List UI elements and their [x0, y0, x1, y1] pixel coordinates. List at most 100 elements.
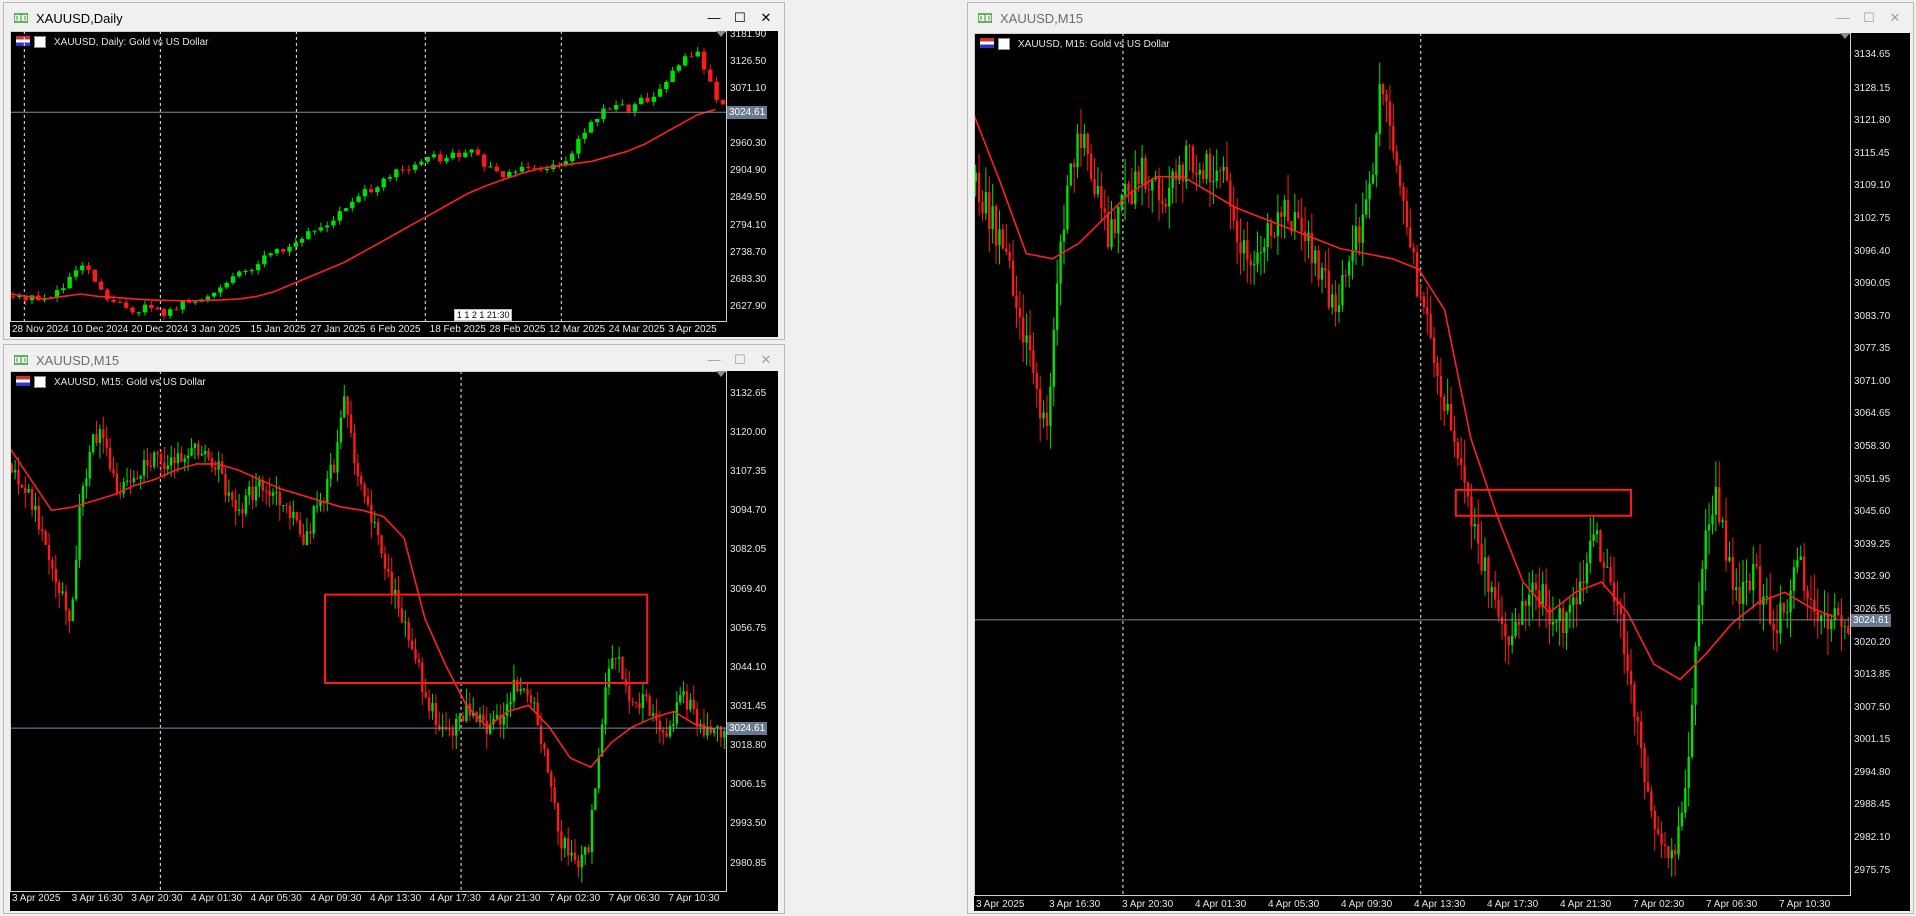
candle	[278, 491, 281, 506]
minimize-button[interactable]: —	[1835, 11, 1851, 25]
candle	[1130, 191, 1134, 205]
candle	[397, 589, 400, 609]
candle	[692, 699, 695, 709]
price-tick: 2994.80	[1854, 766, 1891, 778]
chart-shift-icon[interactable]	[1840, 33, 1850, 39]
candle	[1086, 133, 1089, 154]
highlight-rectangle[interactable]	[1454, 488, 1632, 517]
close-button[interactable]: ✕	[758, 353, 774, 367]
candle	[1392, 125, 1395, 152]
candle	[88, 451, 91, 479]
price-tick: 3077.35	[1854, 343, 1891, 355]
time-label: 7 Apr 10:30	[668, 893, 720, 904]
maximize-button[interactable]: ☐	[732, 353, 748, 367]
candle	[1517, 621, 1521, 625]
candle	[1273, 235, 1276, 237]
maximize-button[interactable]: ☐	[1861, 11, 1877, 25]
candle	[205, 296, 211, 300]
candle	[136, 477, 139, 479]
highlight-rectangle[interactable]	[324, 593, 649, 685]
candle	[1646, 782, 1650, 792]
candle	[613, 105, 619, 110]
candle	[1161, 200, 1164, 204]
candle	[1259, 252, 1263, 254]
candle	[1443, 396, 1446, 411]
price-tick: 3107.35	[730, 466, 767, 478]
time-label: 3 Apr 2025	[976, 899, 1025, 910]
candle	[543, 744, 546, 750]
time-label: 10 Dec 2024	[71, 324, 129, 335]
candle	[1483, 557, 1487, 572]
candle	[363, 484, 366, 497]
candle	[1460, 458, 1463, 466]
candle	[1059, 241, 1062, 284]
m15-chart-window-small[interactable]: XAUUSD,M15 — ☐ ✕ XAUUSD, M15: Gold vs US…	[3, 344, 785, 914]
candle	[1100, 185, 1103, 209]
candle	[1718, 486, 1721, 523]
m15-chart-window-large[interactable]: XAUUSD,M15 — ☐ ✕ XAUUSD, M15: Gold vs US…	[967, 2, 1914, 914]
window-title: XAUUSD,M15	[1000, 11, 1084, 26]
candle	[1432, 337, 1436, 363]
candle	[1534, 582, 1538, 591]
candle	[1572, 597, 1575, 606]
candle	[1134, 171, 1137, 205]
candle	[1358, 226, 1361, 243]
candle	[85, 478, 88, 487]
candle	[20, 484, 24, 488]
current-price-tag: 3024.61	[727, 106, 768, 120]
candle	[597, 756, 600, 789]
price-tick: 2794.10	[730, 219, 767, 231]
candle	[1103, 208, 1106, 213]
candle	[180, 453, 183, 462]
candle	[1140, 157, 1144, 184]
chart-area[interactable]: XAUUSD, Daily: Gold vs US Dollar 3181.90 3…	[10, 31, 778, 337]
candle	[1463, 465, 1466, 483]
candle	[37, 505, 41, 530]
candle	[41, 529, 44, 532]
candle	[227, 492, 231, 496]
candle	[1164, 203, 1168, 207]
close-button[interactable]: ✕	[1887, 11, 1903, 25]
candle	[258, 479, 261, 487]
candle	[461, 715, 465, 722]
candle	[455, 718, 458, 736]
candle	[10, 296, 16, 298]
candle	[1585, 563, 1589, 584]
candle	[632, 104, 638, 112]
candle	[1303, 231, 1307, 242]
candle	[1796, 560, 1799, 568]
candle	[24, 487, 27, 493]
candle	[362, 189, 368, 197]
chart-area[interactable]: XAUUSD, M15: Gold vs US Dollar 3134.65 312…	[974, 33, 1910, 911]
candle	[353, 432, 356, 464]
candle	[1008, 252, 1011, 261]
candle	[1191, 146, 1195, 173]
price-tick: 3071.10	[730, 83, 767, 95]
candle	[582, 132, 587, 139]
close-button[interactable]: ✕	[758, 11, 774, 25]
chart-shift-icon[interactable]	[716, 31, 726, 37]
chart-area[interactable]: XAUUSD, M15: Gold vs US Dollar 3132.65 312…	[10, 371, 778, 911]
candle	[237, 271, 242, 277]
candle	[1555, 621, 1558, 623]
window-titlebar[interactable]: XAUUSD,Daily — ☐ ✕	[4, 3, 784, 33]
minimize-button[interactable]: —	[706, 11, 722, 25]
candle	[463, 152, 468, 158]
candle	[1218, 170, 1222, 172]
candle	[611, 658, 614, 669]
candle	[662, 730, 665, 733]
daily-chart-window[interactable]: XAUUSD,Daily — ☐ ✕ XAUUSD, Daily: Gold v…	[3, 2, 785, 340]
window-titlebar[interactable]: XAUUSD,M15 — ☐ ✕	[968, 3, 1913, 33]
candle	[376, 522, 380, 536]
price-tick: 2982.10	[1854, 832, 1891, 844]
chart-shift-icon[interactable]	[716, 371, 726, 377]
candle	[136, 312, 141, 314]
minimize-button[interactable]: —	[706, 353, 722, 367]
candle	[123, 302, 129, 308]
time-label: 27 Jan 2025	[310, 324, 366, 335]
price-tick: 3018.80	[730, 740, 767, 752]
maximize-button[interactable]: ☐	[732, 11, 748, 25]
candle	[1123, 183, 1127, 196]
candle	[169, 457, 173, 466]
candle	[1575, 597, 1578, 605]
